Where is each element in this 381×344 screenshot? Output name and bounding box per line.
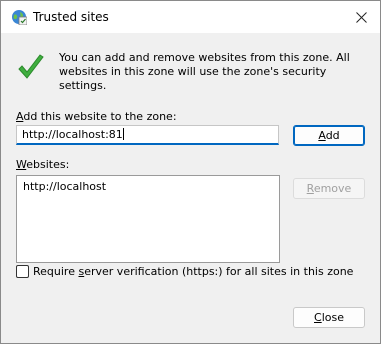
add-site-label: Add this website to the zone: [16, 110, 177, 123]
websites-label: Websites: [16, 158, 70, 171]
window-title: Trusted sites [33, 10, 109, 24]
trusted-sites-dialog: Trusted sites You can add and remove web… [0, 0, 381, 344]
internet-options-icon [11, 9, 28, 26]
add-site-input[interactable]: http://localhost:81 [16, 125, 279, 145]
text-caret [122, 128, 124, 140]
close-icon [355, 11, 367, 23]
title-bar: Trusted sites [1, 1, 380, 33]
server-verification-option[interactable]: Require server verification (https:) for… [16, 265, 353, 278]
add-button[interactable]: Add [293, 125, 365, 146]
websites-list[interactable]: http://localhost [16, 175, 280, 263]
close-button[interactable]: Close [293, 307, 365, 328]
dialog-body: You can add and remove websites from thi… [1, 33, 380, 343]
checkmark-icon [16, 53, 46, 83]
window-close-button[interactable] [342, 1, 380, 33]
remove-button[interactable]: Remove [293, 178, 365, 199]
server-verification-label: Require server verification (https:) for… [33, 265, 354, 278]
server-verification-checkbox[interactable] [16, 265, 29, 278]
list-item[interactable]: http://localhost [23, 180, 273, 193]
zone-info-text: You can add and remove websites from thi… [59, 51, 350, 92]
